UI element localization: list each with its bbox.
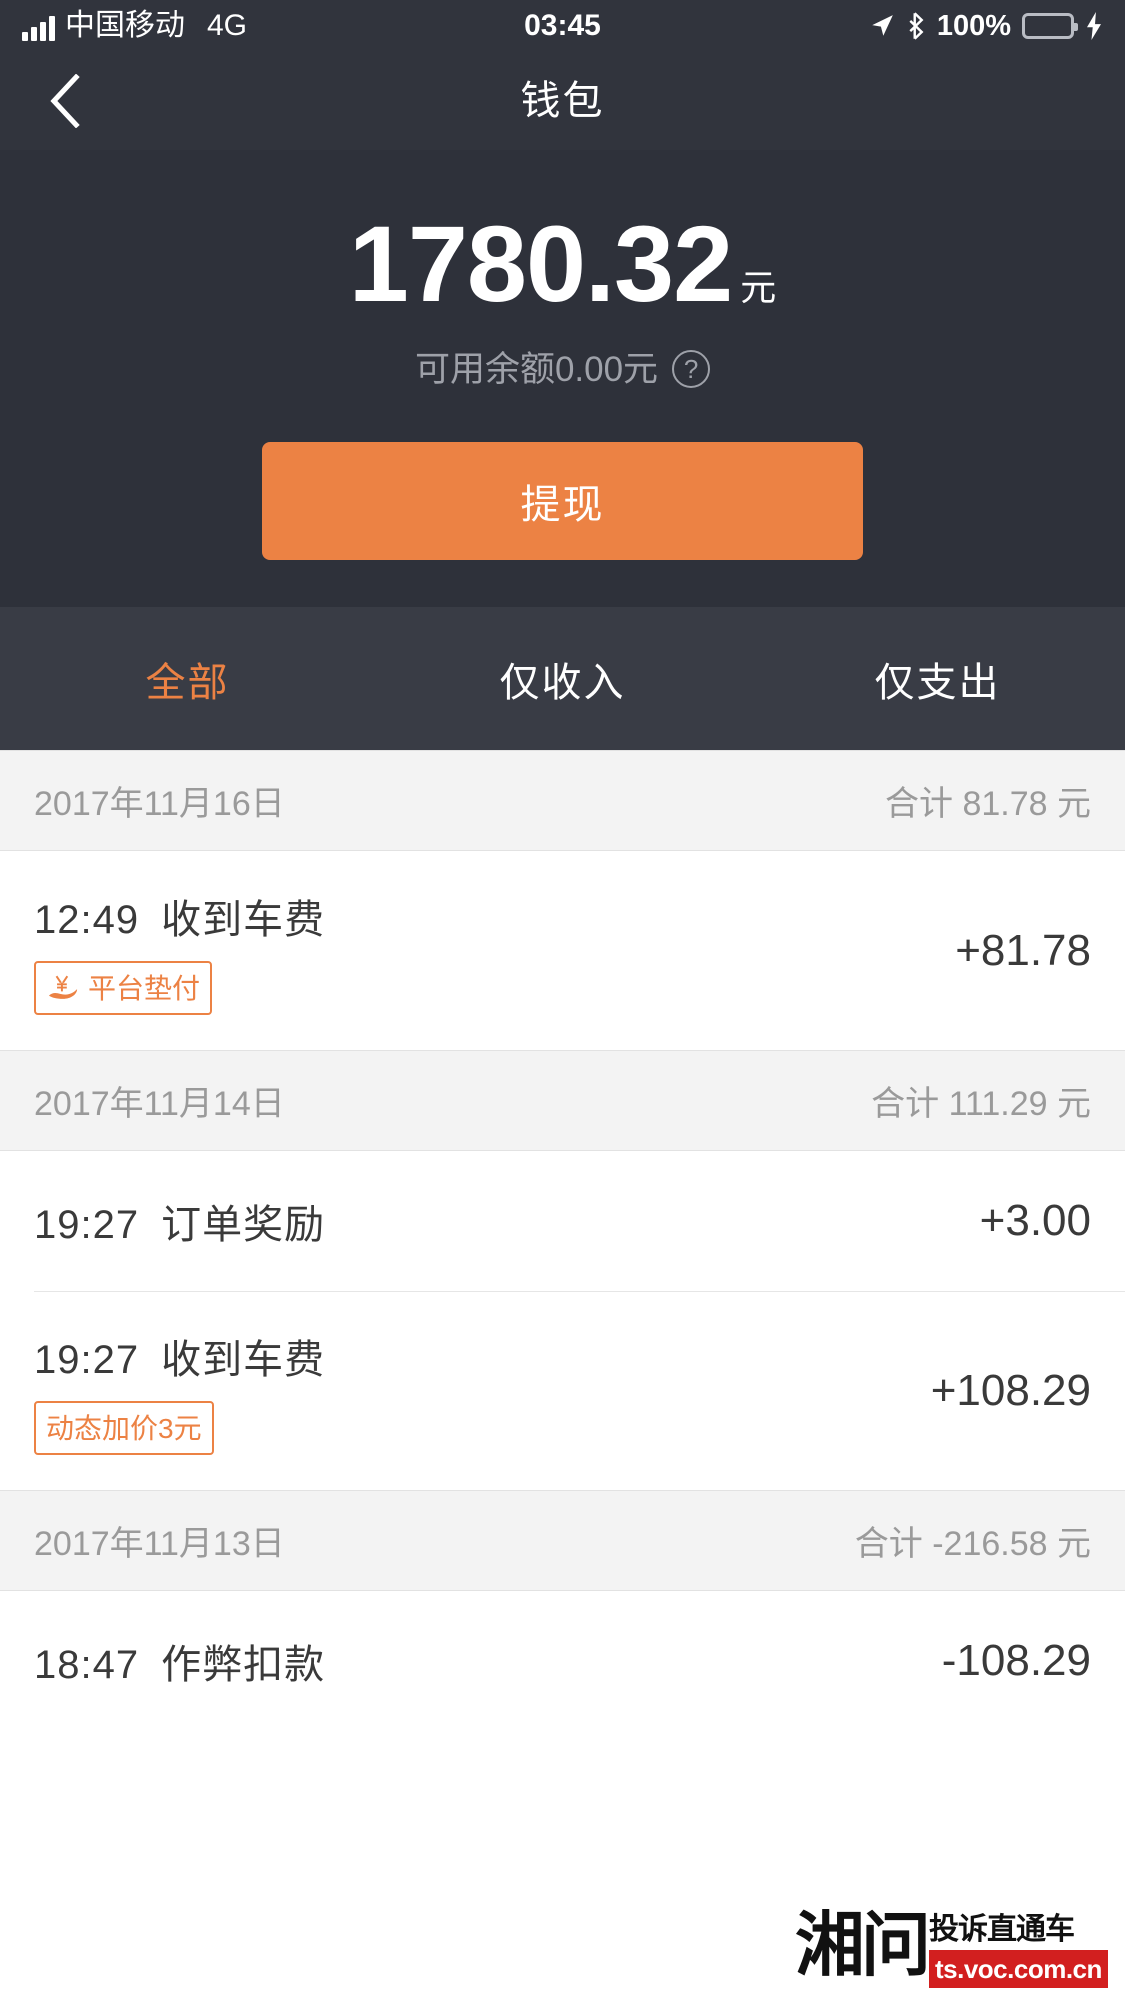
date-label: 2017年11月13日	[34, 1525, 285, 1563]
transaction-title: 作弊扣款	[161, 1643, 326, 1687]
transaction-badge-label: 平台垫付	[88, 972, 201, 1004]
balance-panel: 1780.32 元 可用余额0.00元 ? 提现	[0, 150, 1125, 607]
question-mark-icon[interactable]: ?	[672, 350, 711, 388]
status-bar-left: 中国移动 4G	[22, 11, 247, 41]
transaction-title-line: 12:49 收到车费	[34, 887, 325, 945]
date-label: 2017年11月16日	[34, 785, 285, 823]
balance-amount-row: 1780.32 元	[349, 210, 776, 318]
date-header: 2017年11月14日 合计 111.29 元	[0, 1050, 1125, 1151]
network-type-label: 4G	[207, 9, 248, 42]
transaction-title: 收到车费	[161, 1337, 326, 1382]
transaction-info: 18:47 作弊扣款	[34, 1632, 325, 1690]
available-balance-label: 可用余额0.00元	[414, 349, 659, 389]
transaction-title: 收到车费	[161, 897, 326, 942]
date-total-label: 合计 -216.58 元	[854, 1525, 1091, 1563]
status-bar: 中国移动 4G 03:45 100%	[0, 0, 1125, 52]
transaction-amount: +3.00	[979, 1196, 1091, 1245]
tab-expense-only[interactable]: 仅支出	[750, 650, 1125, 708]
transaction-amount: +108.29	[930, 1365, 1091, 1415]
battery-percent-label: 100%	[936, 9, 1011, 42]
transaction-row[interactable]: 12:49 收到车费 平台垫付 +81.78	[0, 851, 1125, 1050]
charging-bolt-icon	[1087, 12, 1101, 40]
tab-income-only[interactable]: 仅收入	[375, 650, 750, 708]
nav-bar: 钱包	[0, 52, 1125, 150]
battery-icon	[1022, 13, 1078, 39]
date-label: 2017年11月14日	[34, 1085, 285, 1123]
date-total-label: 合计 81.78 元	[885, 785, 1091, 823]
transaction-info: 19:27 订单奖励	[34, 1192, 325, 1250]
transaction-list[interactable]: 2017年11月16日 合计 81.78 元 12:49 收到车费 平台垫付 +8…	[0, 750, 1125, 1731]
date-total-label: 合计 111.29 元	[871, 1085, 1091, 1123]
location-arrow-icon	[872, 15, 893, 36]
tab-all[interactable]: 全部	[0, 650, 375, 708]
transaction-title: 订单奖励	[161, 1203, 326, 1247]
transaction-badge-label: 动态加价3元	[46, 1412, 202, 1444]
transaction-info: 19:27 收到车费 动态加价3元	[34, 1327, 325, 1455]
watermark-slogan: 投诉直通车	[929, 1913, 1075, 1946]
transaction-time: 19:27	[34, 1203, 140, 1247]
back-button[interactable]	[0, 52, 130, 150]
date-header: 2017年11月13日 合计 -216.58 元	[0, 1490, 1125, 1591]
transaction-row[interactable]: 18:47 作弊扣款 -108.29	[0, 1591, 1125, 1731]
transaction-time: 19:27	[34, 1337, 140, 1382]
available-balance-row: 可用余额0.00元 ?	[414, 349, 711, 389]
transaction-time: 18:47	[34, 1643, 140, 1687]
transaction-amount: -108.29	[941, 1636, 1091, 1685]
transaction-amount: +81.78	[955, 925, 1091, 975]
transaction-title-line: 18:47 作弊扣款	[34, 1632, 325, 1690]
date-header: 2017年11月16日 合计 81.78 元	[0, 750, 1125, 851]
bluetooth-icon	[909, 12, 924, 40]
transaction-badge: 平台垫付	[34, 960, 213, 1015]
watermark-logo: 湘问	[795, 1904, 931, 1986]
filter-tabs: 全部 仅收入 仅支出	[0, 607, 1125, 750]
clock-label: 03:45	[524, 9, 601, 42]
wallet-screen: 中国移动 4G 03:45 100% 钱包 1780.32 元 可用余额0.00…	[0, 0, 1125, 2001]
transaction-time: 12:49	[34, 897, 140, 942]
withdraw-button[interactable]: 提现	[262, 442, 863, 560]
hand-holding-yuan-icon	[48, 975, 78, 999]
carrier-label: 中国移动	[65, 9, 185, 42]
balance-amount: 1780.32	[348, 203, 733, 324]
transaction-title-line: 19:27 收到车费	[34, 1327, 325, 1385]
transaction-info: 12:49 收到车费 平台垫付	[34, 887, 325, 1015]
watermark-text-group: 投诉直通车 ts.voc.com.cn	[929, 1914, 1108, 1988]
balance-currency-unit: 元	[740, 267, 777, 308]
watermark-url: ts.voc.com.cn	[929, 1950, 1108, 1988]
back-chevron-icon	[50, 74, 80, 128]
status-bar-right: 100%	[869, 9, 1103, 42]
transaction-title-line: 19:27 订单奖励	[34, 1192, 325, 1250]
transaction-row[interactable]: 19:27 收到车费 动态加价3元 +108.29	[0, 1291, 1125, 1490]
transaction-badge: 动态加价3元	[34, 1400, 214, 1455]
transaction-row[interactable]: 19:27 订单奖励 +3.00	[0, 1151, 1125, 1291]
signal-bars-icon	[22, 15, 55, 41]
page-title: 钱包	[520, 79, 605, 123]
watermark: 湘问 投诉直通车 ts.voc.com.cn	[795, 1896, 1115, 2001]
